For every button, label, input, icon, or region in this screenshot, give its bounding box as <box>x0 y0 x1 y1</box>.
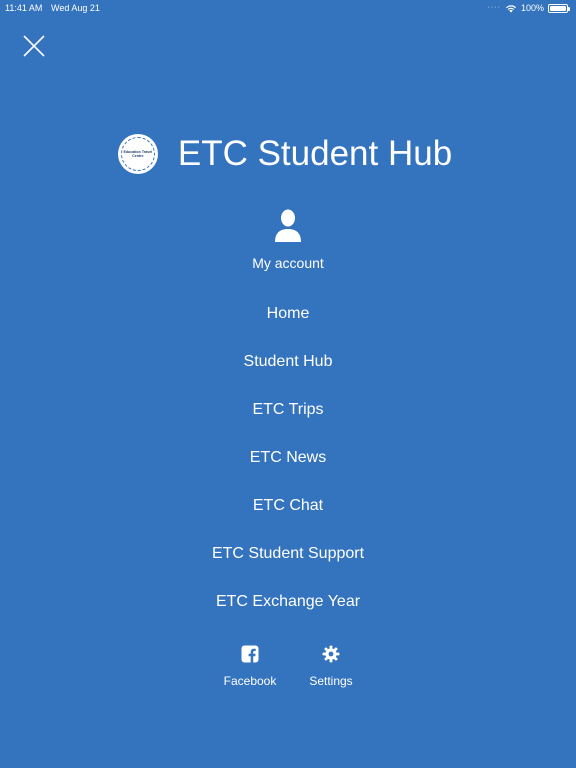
signal-icon: ···· <box>487 4 501 11</box>
menu-item-etc-student-support[interactable]: ETC Student Support <box>0 530 576 578</box>
menu-item-etc-chat[interactable]: ETC Chat <box>0 482 576 530</box>
app-header: Education Travel Centre ETC Student Hub <box>0 128 576 180</box>
menu-item-home[interactable]: Home <box>0 290 576 338</box>
facebook-label: Facebook <box>223 674 277 688</box>
menu-item-etc-exchange-year[interactable]: ETC Exchange Year <box>0 578 576 626</box>
app-logo: Education Travel Centre <box>117 134 158 174</box>
battery-percent: 100% <box>520 3 544 13</box>
user-icon <box>275 209 301 242</box>
menu-screen: 11:41 AM Wed Aug 21 ···· 100% Education <box>0 0 576 768</box>
wifi-icon <box>505 5 516 13</box>
gear-icon <box>322 645 340 663</box>
facebook-icon <box>241 645 259 663</box>
status-bar: 11:41 AM Wed Aug 21 ···· 100% <box>0 0 576 16</box>
close-icon <box>23 35 45 57</box>
settings-label: Settings <box>309 674 353 688</box>
status-date: Wed Aug 21 <box>51 3 100 13</box>
close-button[interactable] <box>22 34 46 58</box>
facebook-link[interactable]: Facebook <box>210 645 290 688</box>
status-indicators: ···· 100% <box>487 0 570 16</box>
footer-links: Facebook Settings <box>0 645 576 695</box>
app-title: ETC Student Hub <box>177 134 453 173</box>
my-account-link[interactable]: My account <box>238 208 338 278</box>
status-time: 11:41 AM <box>5 3 43 13</box>
menu-item-etc-news[interactable]: ETC News <box>0 434 576 482</box>
menu-item-etc-trips[interactable]: ETC Trips <box>0 386 576 434</box>
battery-icon <box>548 3 570 13</box>
my-account-label: My account <box>252 255 324 271</box>
menu-item-student-hub[interactable]: Student Hub <box>0 338 576 386</box>
battery-fill <box>550 5 566 11</box>
logo-text: Education Travel Centre <box>123 150 153 158</box>
settings-link[interactable]: Settings <box>291 645 371 688</box>
